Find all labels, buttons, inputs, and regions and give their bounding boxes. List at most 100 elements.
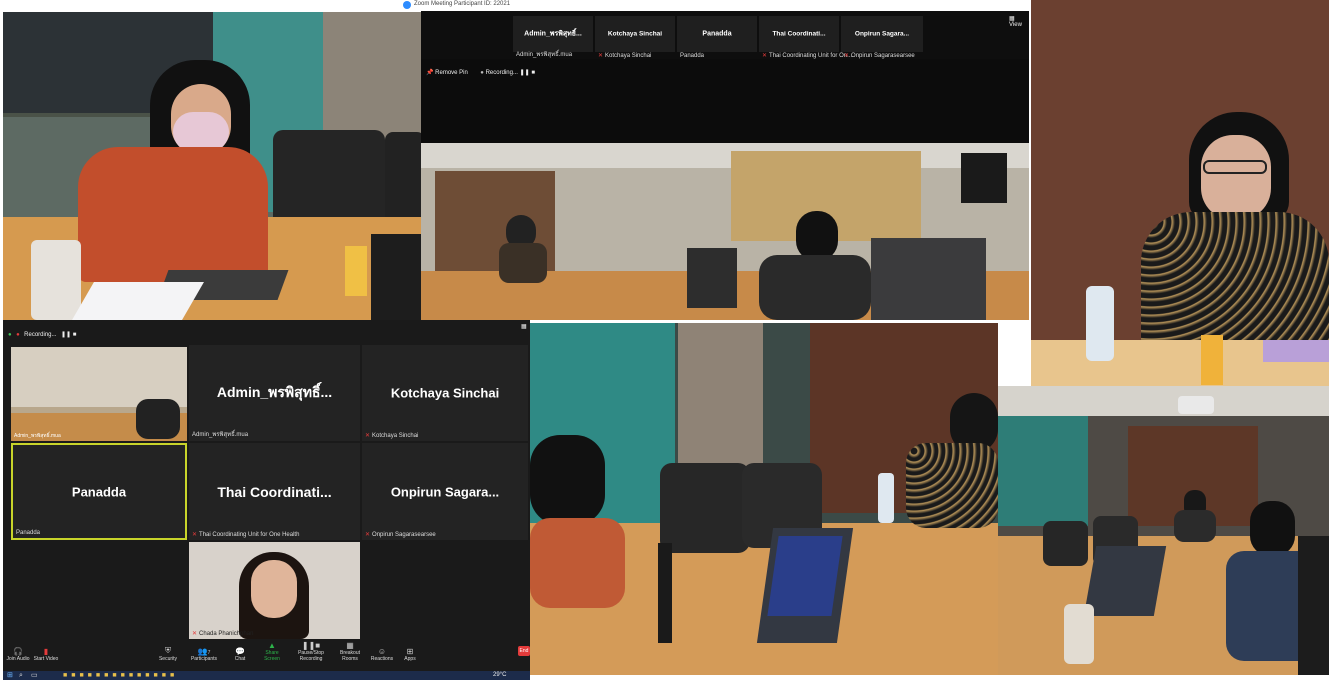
- office-chair: [1043, 521, 1088, 566]
- gallery-tile-panadda[interactable]: Panadda Panadda: [11, 443, 187, 540]
- participant-label: ✕ Onpirun Sagarasearsee: [844, 52, 915, 59]
- participant-sub: Chada Phanichphan: [199, 631, 254, 637]
- laptop: [1083, 546, 1167, 616]
- pause-stop-recording-button[interactable]: ❚❚■ Pause/Stop Recording: [291, 641, 331, 662]
- record-dot-icon: ●: [8, 332, 12, 338]
- person-shirt: [78, 147, 268, 282]
- pause-stop-icon: ❚❚■: [301, 641, 321, 650]
- toolbar-label: Join Audio: [6, 656, 30, 662]
- share-screen-icon: ▲: [268, 641, 276, 650]
- pause-icon[interactable]: ❚❚ ■: [61, 332, 76, 338]
- person-body: [136, 399, 180, 439]
- strip-tile-thai-coordinating[interactable]: Thai Coordinati... ✕ Thai Coordinating Un…: [759, 16, 852, 59]
- face-mask: [173, 112, 229, 152]
- apps-icon: ⊞: [406, 647, 414, 656]
- mic-muted-icon: ✕: [762, 53, 768, 59]
- ceiling: [998, 386, 1329, 416]
- person-glasses: [1203, 160, 1267, 174]
- remove-pin-label: Remove Pin: [435, 70, 468, 76]
- photo-meeting-room-wide: [998, 386, 1329, 675]
- gallery-tile-onpirun[interactable]: Onpirun Sagara... ✕ Onpirun Sagarasearsee: [362, 443, 528, 540]
- paper: [72, 282, 204, 320]
- gallery-tile-thai-coordinating[interactable]: Thai Coordinati... ✕ Thai Coordinating Un…: [189, 443, 360, 540]
- zoom-window-gallery: ● ● Recording... ❚❚ ■ ▦ Admin_พรพิสุทธิ์…: [3, 320, 530, 671]
- office-chair: [687, 248, 737, 308]
- self-view-video[interactable]: Admin_พรพิสุทธิ์.mua: [11, 347, 187, 441]
- participant-sub: Onpirun Sagarasearsee: [372, 532, 436, 538]
- headphones-icon: 🎧: [13, 647, 23, 656]
- temperature-label: 29°C: [493, 672, 507, 678]
- participant-label: Admin_พรพิสุทธิ์.mua: [516, 52, 573, 58]
- participant-label: Admin_พรพิสุทธิ์.mua: [192, 432, 249, 438]
- wall-panel: [998, 416, 1088, 526]
- view-button[interactable]: ▦ View: [1009, 15, 1029, 28]
- participant-name: Thai Coordinati...: [217, 483, 332, 500]
- wall-panel: [11, 347, 187, 407]
- person-face: [1201, 135, 1271, 220]
- recording-indicator: ● Recording... ❚❚ ■: [480, 70, 535, 76]
- laptop-screen: [767, 536, 843, 616]
- record-dot-icon: ●: [16, 332, 20, 338]
- participant-sub: Thai Coordinating Unit for One Health: [199, 532, 300, 538]
- breakout-rooms-icon: ▦: [346, 641, 354, 650]
- end-meeting-button[interactable]: End: [518, 646, 530, 656]
- participant-label: Panadda: [16, 530, 41, 536]
- microphone: [658, 543, 672, 643]
- gallery-view-icon[interactable]: ▦: [521, 323, 527, 330]
- start-video-button[interactable]: ▮ Start Video: [31, 647, 61, 662]
- toolbar-label: Participants: [190, 656, 218, 662]
- participant-strip: Admin_พรพิสุทธิ์... Admin_พรพิสุทธิ์.mua…: [421, 11, 1029, 59]
- strip-tile-admin[interactable]: Admin_พรพิสุทธิ์... Admin_พรพิสุทธิ์.mua: [513, 16, 593, 58]
- toolbar-label: Reactions: [370, 656, 394, 662]
- strip-tile-kotchaya[interactable]: Kotchaya Sinchai ✕ Kotchaya Sinchai: [595, 16, 675, 59]
- join-audio-button[interactable]: 🎧 Join Audio: [3, 647, 33, 662]
- drink-cup: [1064, 604, 1094, 664]
- office-chair: [660, 463, 750, 553]
- sanitizer-bottle: [1086, 286, 1114, 361]
- photo-woman-orange-shirt: [3, 12, 421, 320]
- gallery-tile-chada[interactable]: ✕ Chada Phanichphan: [189, 542, 360, 639]
- start-icon[interactable]: ⊞: [7, 672, 13, 679]
- participant-name: Kotchaya Sinchai: [607, 30, 663, 38]
- meeting-toolbar: 🎧 Join Audio ▮ Start Video ⛨ Security 👥7 Par…: [3, 641, 530, 662]
- windows-taskbar: ⊞ ⌕ ▭ ■■■■■■■■■■■■■■ 29°C: [3, 671, 530, 680]
- chat-icon: 💬: [235, 647, 245, 656]
- reactions-button[interactable]: ☺ Reactions: [367, 647, 397, 662]
- person-face: [251, 560, 297, 618]
- mic-muted-icon: ✕: [192, 532, 198, 538]
- mic-muted-icon: ✕: [192, 631, 198, 637]
- office-chair: [385, 132, 421, 227]
- pinned-apps-icon[interactable]: ■■■■■■■■■■■■■■: [63, 672, 178, 679]
- participant-label: ✕ Thai Coordinating Unit for One Health: [192, 531, 299, 538]
- laptop: [871, 238, 986, 320]
- person-left-hair: [530, 435, 605, 525]
- participant-sub: Kotchaya Sinchai: [372, 433, 419, 439]
- gallery-tile-kotchaya[interactable]: Kotchaya Sinchai ✕ Kotchaya Sinchai: [362, 345, 528, 441]
- mic-muted-icon: ✕: [365, 433, 371, 439]
- strip-tile-onpirun[interactable]: Onpirun Sagara... ✕ Onpirun Sagarasearsee: [841, 16, 923, 59]
- strip-tile-panadda[interactable]: Panadda Panadda: [677, 16, 757, 59]
- gallery-tile-admin[interactable]: Admin_พรพิสุทธิ์... Admin_พรพิสุทธิ์.mua: [189, 345, 360, 441]
- taskview-icon[interactable]: ▭: [31, 672, 38, 679]
- participant-sub: Thai Coordinating Unit for On...: [769, 53, 853, 59]
- person-right-shirt: [906, 443, 998, 528]
- remove-pin-button[interactable]: 📌 Remove Pin: [426, 70, 468, 76]
- participant-label: ✕ Thai Coordinating Unit for On...: [762, 52, 852, 59]
- participants-button[interactable]: 👥7 Participants: [189, 647, 219, 662]
- participant-label: ✕ Onpirun Sagarasearsee: [365, 531, 436, 538]
- share-screen-button[interactable]: ▲ Share Screen: [257, 641, 287, 662]
- toolbar-label: Share Screen: [264, 650, 280, 662]
- participant-label: Admin_พรพิสุทธิ์.mua: [14, 433, 61, 439]
- security-button[interactable]: ⛨ Security: [153, 646, 183, 662]
- breakout-rooms-button[interactable]: ▦ Breakout Rooms: [335, 641, 365, 662]
- search-icon[interactable]: ⌕: [19, 672, 23, 679]
- mic-muted-icon: ✕: [598, 53, 604, 59]
- chat-button[interactable]: 💬 Chat: [225, 647, 255, 662]
- participant-name: Panadda: [702, 30, 732, 38]
- sanitizer-bottle: [878, 473, 894, 523]
- wall-tv: [961, 153, 1007, 203]
- person-right-body: [759, 255, 871, 320]
- participant-label: ✕ Kotchaya Sinchai: [598, 52, 651, 59]
- recording-label: Recording...: [24, 332, 57, 338]
- apps-button[interactable]: ⊞ Apps: [395, 647, 425, 662]
